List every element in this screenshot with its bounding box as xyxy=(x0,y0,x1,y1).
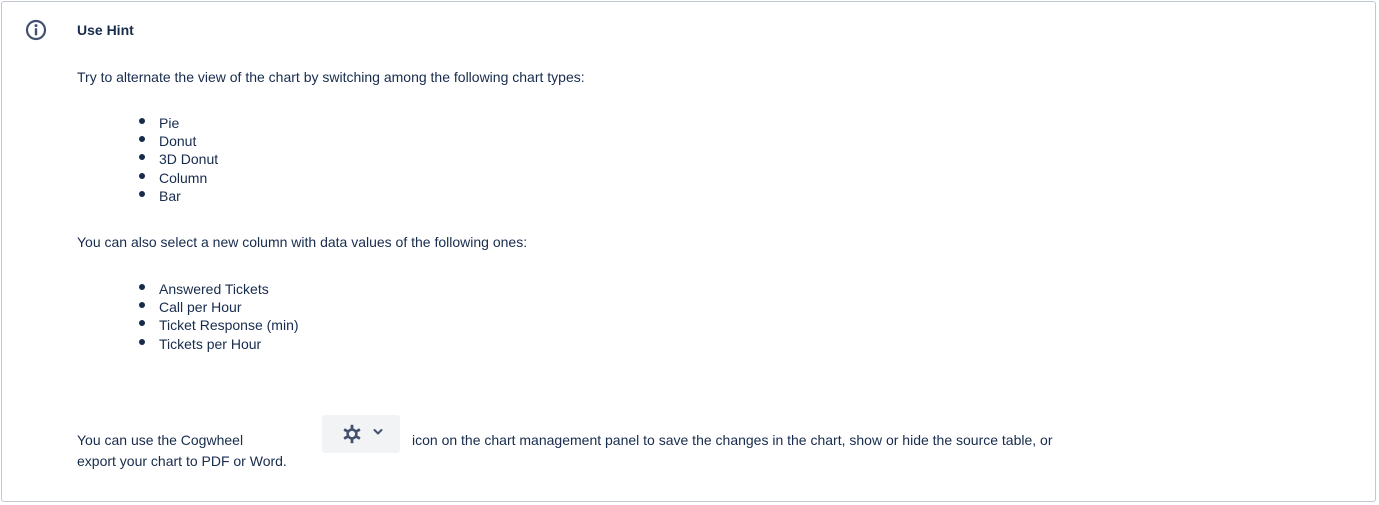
bullet xyxy=(139,154,145,161)
bullet xyxy=(139,118,145,124)
bullet xyxy=(139,302,145,309)
hint-title: Use Hint xyxy=(77,22,134,38)
chart-types-intro: Try to alternate the view of the chart b… xyxy=(77,69,585,85)
cogwheel-text-line2: export your chart to PDF or Word. xyxy=(77,453,287,469)
bullet xyxy=(139,338,145,345)
list-item: Pie xyxy=(139,114,218,132)
cogwheel-button[interactable] xyxy=(322,415,400,453)
bullet xyxy=(139,190,145,197)
cogwheel-text-after: icon on the chart management panel to sa… xyxy=(412,432,1053,448)
bullet xyxy=(139,172,145,179)
bullet xyxy=(139,284,145,290)
list-item: Answered Tickets xyxy=(139,280,299,298)
chart-types-list: Pie Donut 3D Donut Column Bar xyxy=(139,114,218,205)
bullet xyxy=(139,320,145,327)
chevron-down-icon xyxy=(373,429,383,435)
gear-icon xyxy=(343,424,361,444)
list-item: 3D Donut xyxy=(139,150,218,168)
columns-list: Answered Tickets Call per Hour Ticket Re… xyxy=(139,280,299,353)
list-item: Donut xyxy=(139,132,218,150)
hint-panel: Use Hint Try to alternate the view of th… xyxy=(1,1,1376,502)
cogwheel-text-before: You can use the Cogwheel xyxy=(77,432,244,448)
list-item: Ticket Response (min) xyxy=(139,316,299,334)
bullet xyxy=(139,136,145,143)
list-item: Column xyxy=(139,169,218,187)
list-item: Call per Hour xyxy=(139,298,299,316)
columns-intro: You can also select a new column with da… xyxy=(77,234,528,250)
info-icon xyxy=(25,19,47,41)
list-item: Tickets per Hour xyxy=(139,335,299,353)
list-item: Bar xyxy=(139,187,218,205)
